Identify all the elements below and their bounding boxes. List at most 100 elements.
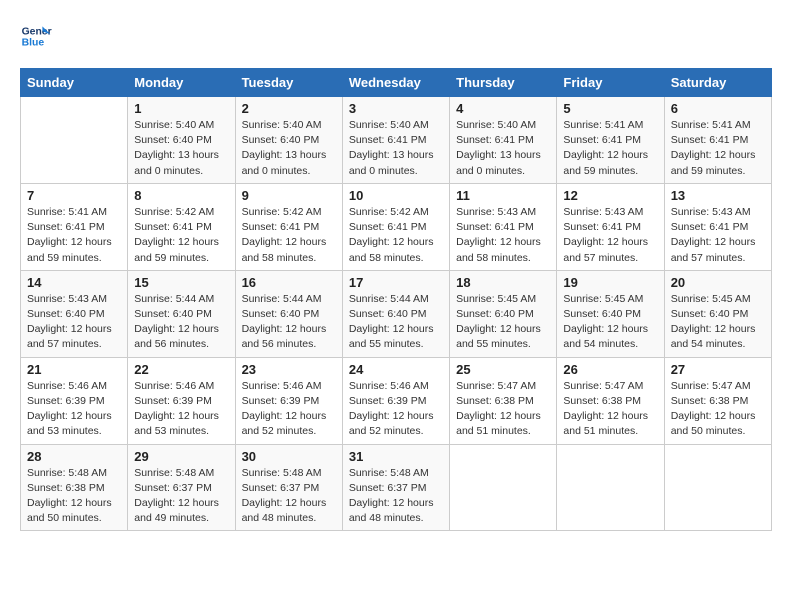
day-cell: 26 Sunrise: 5:47 AMSunset: 6:38 PMDayligh…: [557, 357, 664, 444]
day-number: 30: [242, 449, 336, 464]
col-header-friday: Friday: [557, 69, 664, 97]
day-cell: 2Sunrise: 5:40 AMSunset: 6:40 PMDaylight…: [235, 97, 342, 184]
day-detail: Sunrise: 5:42 AMSunset: 6:41 PMDaylight:…: [349, 205, 443, 266]
day-cell: 18 Sunrise: 5:45 AMSunset: 6:40 PMDayligh…: [450, 270, 557, 357]
day-detail: Sunrise: 5:43 AMSunset: 6:41 PMDaylight:…: [671, 205, 765, 266]
day-number: 19: [563, 275, 657, 290]
week-row-5: 28Sunrise: 5:48 AMSunset: 6:38 PMDayligh…: [21, 444, 772, 531]
day-detail: Sunrise: 5:44 AMSunset: 6:40 PMDaylight:…: [134, 292, 228, 353]
day-detail: Sunrise: 5:45 AMSunset: 6:40 PMDaylight:…: [456, 292, 550, 353]
day-cell: 16 Sunrise: 5:44 AMSunset: 6:40 PMDayligh…: [235, 270, 342, 357]
day-detail: Sunrise: 5:48 AMSunset: 6:37 PMDaylight:…: [134, 466, 228, 527]
day-cell: [450, 444, 557, 531]
day-detail: Sunrise: 5:43 AMSunset: 6:41 PMDaylight:…: [456, 205, 550, 266]
day-number: 29: [134, 449, 228, 464]
col-header-sunday: Sunday: [21, 69, 128, 97]
day-detail: Sunrise: 5:41 AMSunset: 6:41 PMDaylight:…: [671, 118, 765, 179]
col-header-saturday: Saturday: [664, 69, 771, 97]
col-header-wednesday: Wednesday: [342, 69, 449, 97]
day-detail: Sunrise: 5:47 AMSunset: 6:38 PMDaylight:…: [456, 379, 550, 440]
day-number: 27: [671, 362, 765, 377]
day-detail: Sunrise: 5:40 AMSunset: 6:41 PMDaylight:…: [456, 118, 550, 179]
day-cell: 17 Sunrise: 5:44 AMSunset: 6:40 PMDayligh…: [342, 270, 449, 357]
day-number: 3: [349, 101, 443, 116]
day-number: 21: [27, 362, 121, 377]
day-cell: 25 Sunrise: 5:47 AMSunset: 6:38 PMDayligh…: [450, 357, 557, 444]
day-cell: 15Sunrise: 5:44 AMSunset: 6:40 PMDayligh…: [128, 270, 235, 357]
day-number: 22: [134, 362, 228, 377]
day-cell: 30 Sunrise: 5:48 AMSunset: 6:37 PMDayligh…: [235, 444, 342, 531]
week-row-1: 1 Sunrise: 5:40 AMSunset: 6:40 PMDaylight…: [21, 97, 772, 184]
day-detail: Sunrise: 5:42 AMSunset: 6:41 PMDaylight:…: [134, 205, 228, 266]
day-number: 17: [349, 275, 443, 290]
day-number: 23: [242, 362, 336, 377]
day-number: 20: [671, 275, 765, 290]
day-number: 10: [349, 188, 443, 203]
day-number: 18: [456, 275, 550, 290]
day-detail: Sunrise: 5:41 AMSunset: 6:41 PMDaylight:…: [27, 205, 121, 266]
day-detail: Sunrise: 5:47 AMSunset: 6:38 PMDaylight:…: [671, 379, 765, 440]
day-cell: 5Sunrise: 5:41 AMSunset: 6:41 PMDaylight…: [557, 97, 664, 184]
day-detail: Sunrise: 5:46 AMSunset: 6:39 PMDaylight:…: [134, 379, 228, 440]
day-cell: 7 Sunrise: 5:41 AMSunset: 6:41 PMDaylight…: [21, 183, 128, 270]
day-detail: Sunrise: 5:46 AMSunset: 6:39 PMDaylight:…: [27, 379, 121, 440]
week-row-2: 7 Sunrise: 5:41 AMSunset: 6:41 PMDaylight…: [21, 183, 772, 270]
day-cell: 11 Sunrise: 5:43 AMSunset: 6:41 PMDayligh…: [450, 183, 557, 270]
day-cell: 12Sunrise: 5:43 AMSunset: 6:41 PMDayligh…: [557, 183, 664, 270]
logo-icon: General Blue: [20, 20, 52, 52]
day-detail: Sunrise: 5:45 AMSunset: 6:40 PMDaylight:…: [563, 292, 657, 353]
day-number: 26: [563, 362, 657, 377]
day-number: 24: [349, 362, 443, 377]
day-cell: 1Sunrise: 5:40 AMSunset: 6:40 PMDaylight…: [128, 97, 235, 184]
day-cell: [557, 444, 664, 531]
day-cell: [664, 444, 771, 531]
calendar-table: SundayMondayTuesdayWednesdayThursdayFrid…: [20, 68, 772, 531]
day-detail: Sunrise: 5:47 AMSunset: 6:38 PMDaylight:…: [563, 379, 657, 440]
day-cell: 21 Sunrise: 5:46 AMSunset: 6:39 PMDayligh…: [21, 357, 128, 444]
day-detail: Sunrise: 5:44 AMSunset: 6:40 PMDaylight:…: [242, 292, 336, 353]
day-cell: 8 Sunrise: 5:42 AMSunset: 6:41 PMDaylight…: [128, 183, 235, 270]
day-number: 25: [456, 362, 550, 377]
day-number: 7: [27, 188, 121, 203]
day-number: 4: [456, 101, 550, 116]
day-detail: Sunrise: 5:46 AMSunset: 6:39 PMDaylight:…: [349, 379, 443, 440]
day-detail: Sunrise: 5:42 AMSunset: 6:41 PMDaylight:…: [242, 205, 336, 266]
day-number: 13: [671, 188, 765, 203]
day-cell: 24 Sunrise: 5:46 AMSunset: 6:39 PMDayligh…: [342, 357, 449, 444]
logo: General Blue: [20, 20, 56, 52]
day-detail: Sunrise: 5:40 AMSunset: 6:41 PMDaylight:…: [349, 118, 443, 179]
day-cell: 22 Sunrise: 5:46 AMSunset: 6:39 PMDayligh…: [128, 357, 235, 444]
day-detail: Sunrise: 5:48 AMSunset: 6:37 PMDaylight:…: [242, 466, 336, 527]
day-cell: 20Sunrise: 5:45 AMSunset: 6:40 PMDayligh…: [664, 270, 771, 357]
day-number: 1: [134, 101, 228, 116]
day-number: 28: [27, 449, 121, 464]
day-cell: 27 Sunrise: 5:47 AMSunset: 6:38 PMDayligh…: [664, 357, 771, 444]
day-cell: 28Sunrise: 5:48 AMSunset: 6:38 PMDayligh…: [21, 444, 128, 531]
day-cell: 3 Sunrise: 5:40 AMSunset: 6:41 PMDaylight…: [342, 97, 449, 184]
day-cell: 31 Sunrise: 5:48 AMSunset: 6:37 PMDayligh…: [342, 444, 449, 531]
day-number: 8: [134, 188, 228, 203]
day-number: 16: [242, 275, 336, 290]
day-number: 11: [456, 188, 550, 203]
day-detail: Sunrise: 5:41 AMSunset: 6:41 PMDaylight:…: [563, 118, 657, 179]
col-header-tuesday: Tuesday: [235, 69, 342, 97]
day-number: 6: [671, 101, 765, 116]
svg-text:Blue: Blue: [22, 38, 45, 49]
day-number: 9: [242, 188, 336, 203]
page-header: General Blue: [20, 20, 772, 52]
day-detail: Sunrise: 5:44 AMSunset: 6:40 PMDaylight:…: [349, 292, 443, 353]
day-cell: 10 Sunrise: 5:42 AMSunset: 6:41 PMDayligh…: [342, 183, 449, 270]
day-number: 31: [349, 449, 443, 464]
day-cell: 19 Sunrise: 5:45 AMSunset: 6:40 PMDayligh…: [557, 270, 664, 357]
day-detail: Sunrise: 5:40 AMSunset: 6:40 PMDaylight:…: [242, 118, 336, 179]
day-cell: 29 Sunrise: 5:48 AMSunset: 6:37 PMDayligh…: [128, 444, 235, 531]
day-cell: 23 Sunrise: 5:46 AMSunset: 6:39 PMDayligh…: [235, 357, 342, 444]
col-header-monday: Monday: [128, 69, 235, 97]
day-number: 12: [563, 188, 657, 203]
day-cell: 14Sunrise: 5:43 AMSunset: 6:40 PMDayligh…: [21, 270, 128, 357]
day-detail: Sunrise: 5:46 AMSunset: 6:39 PMDaylight:…: [242, 379, 336, 440]
day-detail: Sunrise: 5:48 AMSunset: 6:37 PMDaylight:…: [349, 466, 443, 527]
day-cell: 4 Sunrise: 5:40 AMSunset: 6:41 PMDaylight…: [450, 97, 557, 184]
column-headers: SundayMondayTuesdayWednesdayThursdayFrid…: [21, 69, 772, 97]
day-detail: Sunrise: 5:43 AMSunset: 6:40 PMDaylight:…: [27, 292, 121, 353]
